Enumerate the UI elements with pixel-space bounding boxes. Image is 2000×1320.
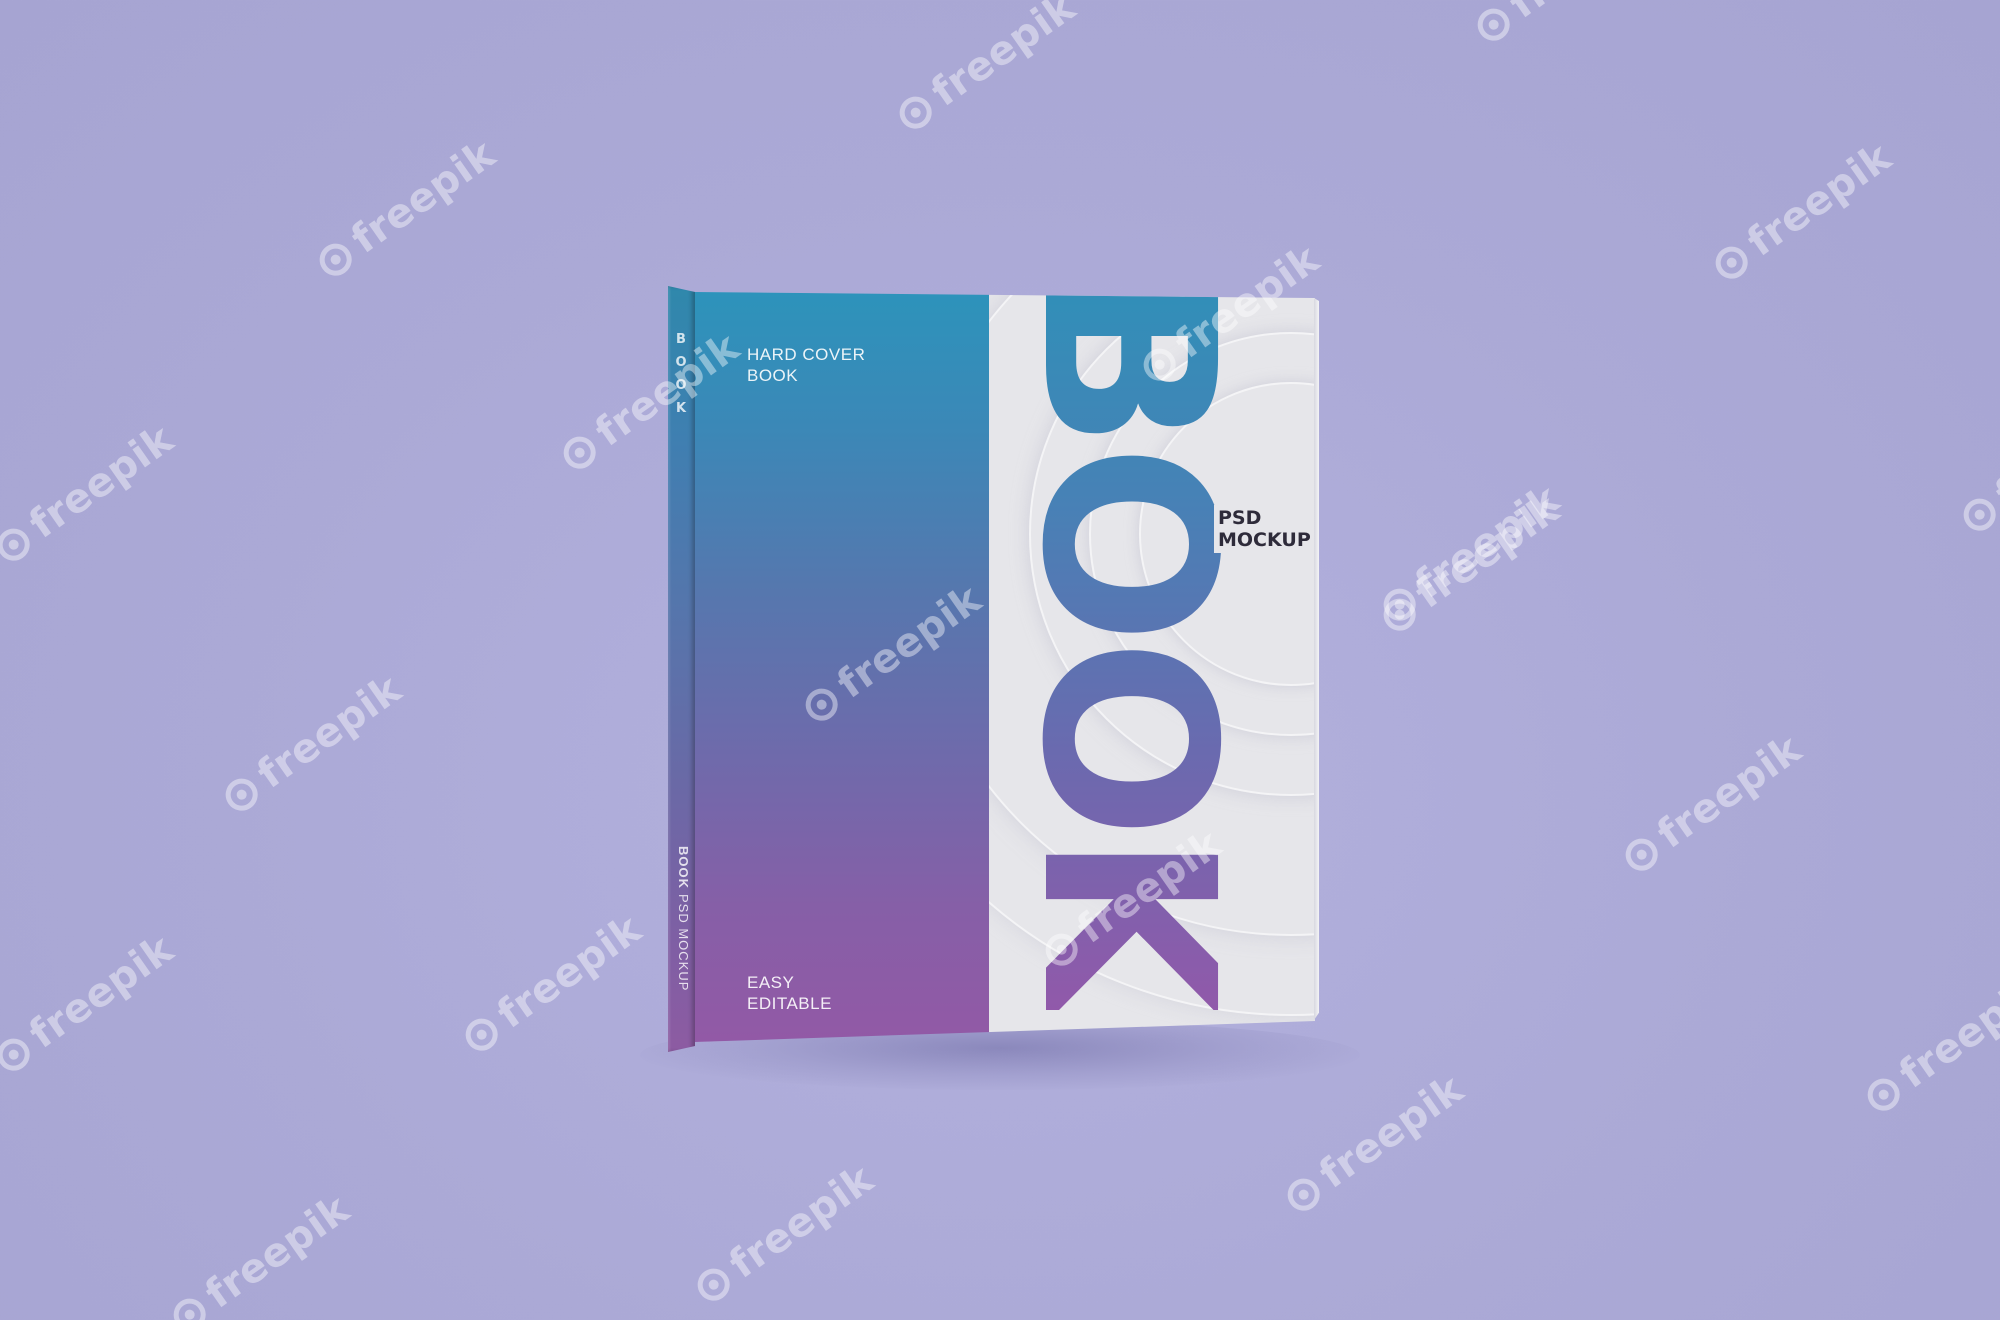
watermark-text: freepik — [1649, 726, 1810, 858]
badge-line1: PSD — [1218, 507, 1262, 529]
book-pages-edge — [1314, 298, 1319, 1020]
freepik-logo-icon — [459, 1012, 504, 1057]
watermark: freepik — [1857, 966, 2000, 1122]
watermark-text: freepik — [1501, 0, 1662, 28]
watermark-text: freepik — [1311, 1066, 1472, 1198]
watermark: freepik — [889, 0, 1084, 140]
freepik-logo-icon — [219, 772, 264, 817]
watermark: freepik — [0, 416, 182, 572]
freepik-logo-icon — [0, 1032, 36, 1077]
spine-bottom-rest: PSD MOCKUP — [676, 894, 691, 992]
watermark: freepik — [163, 1186, 358, 1320]
spine-bottom-title: BOOK PSD MOCKUP — [670, 846, 694, 1046]
freepik-logo-icon — [1619, 832, 1664, 877]
freepik-logo-icon — [313, 237, 358, 282]
watermark-text: freepik — [343, 131, 504, 263]
watermark: freepik — [1615, 726, 1810, 882]
book-front-cover: HARD COVER BOOK EASY EDITABLE BOOK PSD M… — [695, 292, 1315, 1042]
cover-bottom-line2: EDITABLE — [747, 994, 832, 1013]
mockup-scene: B O O K BOOKPSD MOCKUP HARD COVER BOOK E… — [0, 0, 2000, 1320]
cover-bottom-caption: EASY EDITABLE — [747, 972, 832, 1014]
watermark-text: freepik — [1891, 966, 2000, 1098]
watermark: freepik — [1373, 486, 1568, 642]
cover-top-line2: BOOK — [747, 366, 799, 385]
watermark: freepik — [687, 1156, 882, 1312]
watermark: freepik — [1953, 386, 2000, 542]
freepik-logo-icon — [0, 522, 36, 567]
psd-mockup-badge: PSD MOCKUP — [1214, 505, 1313, 553]
watermark: freepik — [0, 926, 182, 1082]
watermark: freepik — [215, 666, 410, 822]
cover-bottom-line1: EASY — [747, 973, 795, 992]
watermark: freepik — [1705, 134, 1900, 290]
watermark-text: freepik — [21, 926, 182, 1058]
cover-top-line1: HARD COVER — [747, 345, 866, 364]
freepik-logo-icon — [691, 1262, 736, 1307]
watermark: freepik — [455, 906, 650, 1062]
freepik-logo-icon — [1861, 1072, 1906, 1117]
watermark-text: freepik — [197, 1186, 358, 1318]
watermark-text: freepik — [1987, 386, 2000, 518]
badge-line2: MOCKUP — [1218, 529, 1311, 551]
freepik-logo-icon — [1957, 492, 2000, 537]
freepik-logo-icon — [1471, 2, 1516, 47]
freepik-logo-icon — [1377, 592, 1422, 637]
watermark-text: freepik — [1739, 134, 1900, 266]
freepik-logo-icon — [893, 90, 938, 135]
cover-top-caption: HARD COVER BOOK — [747, 344, 865, 386]
watermark: freepik — [1277, 1066, 1472, 1222]
watermark: freepik — [1467, 0, 1662, 52]
watermark-text: freepik — [721, 1156, 882, 1288]
freepik-logo-icon — [1709, 240, 1754, 285]
spine-bottom-bold: BOOK — [676, 846, 691, 889]
watermark-text: freepik — [249, 666, 410, 798]
watermark-text: freepik — [21, 416, 182, 548]
watermark-text: freepik — [923, 0, 1084, 116]
watermark: freepik — [309, 131, 504, 287]
freepik-logo-icon — [1281, 1172, 1326, 1217]
freepik-logo-icon — [557, 430, 602, 475]
watermark-text: freepik — [489, 906, 650, 1038]
freepik-logo-icon — [167, 1292, 212, 1320]
